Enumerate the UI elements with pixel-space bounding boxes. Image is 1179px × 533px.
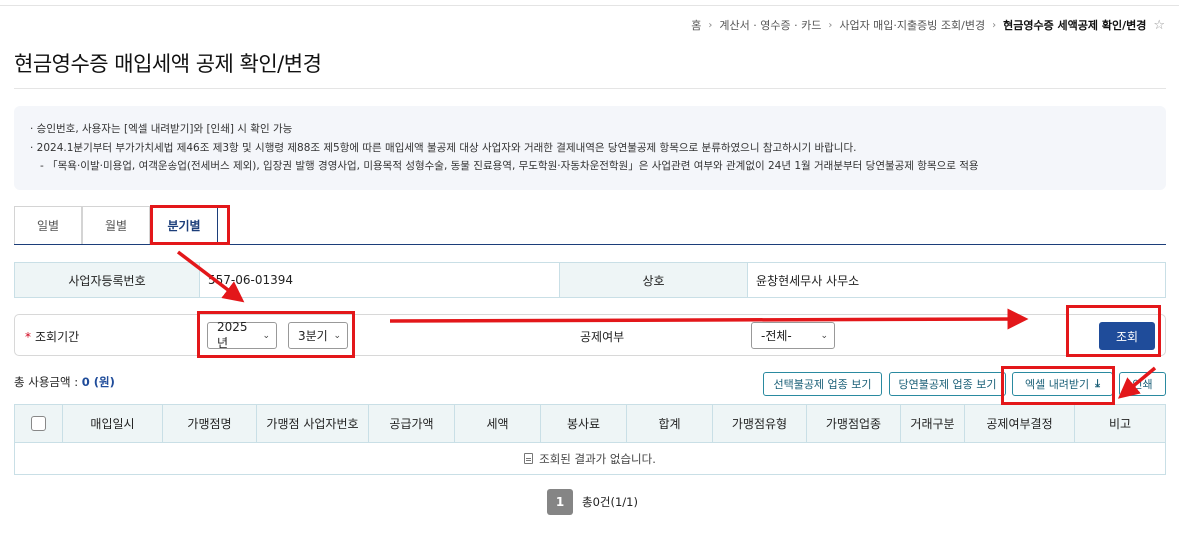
col-header[interactable]: 거래구분 — [900, 404, 965, 443]
print-button[interactable]: 인쇄 — [1119, 372, 1166, 396]
chevron-right-icon: › — [828, 19, 833, 31]
title-divider — [14, 88, 1166, 89]
search-panel: * 조회기간 2025년 ⌄ 3분기 ⌄ 공제여부 -전체- ⌄ 조회 — [14, 314, 1166, 356]
col-header[interactable]: 매입일시 — [62, 404, 163, 443]
tab-quarterly[interactable]: 분기별 — [150, 206, 218, 245]
excel-download-button[interactable]: 엑셀 내려받기 ⤓ — [1012, 372, 1113, 396]
search-button[interactable]: 조회 — [1099, 322, 1155, 350]
business-info-table: 사업자등록번호 557-06-01394 상호 윤창현세무사 사무소 — [14, 262, 1166, 298]
chevron-down-icon: ⌄ — [262, 330, 270, 341]
col-header[interactable]: 봉사료 — [540, 404, 627, 443]
tab-daily[interactable]: 일별 — [14, 206, 82, 244]
col-header[interactable]: 가맹점업종 — [806, 404, 901, 443]
biz-no-value: 557-06-01394 — [199, 263, 559, 297]
pagination: 1 총0건(1/1) — [547, 489, 638, 515]
deduct-select[interactable]: -전체- ⌄ — [751, 322, 835, 349]
notice-line: · 승인번호, 사용자는 [엑셀 내려받기]와 [인쇄] 시 확인 가능 — [30, 123, 293, 135]
table-header-row: 매입일시 가맹점명 가맹점 사업자번호 공급가액 세액 봉사료 합계 가맹점유형… — [14, 404, 1166, 443]
page-title: 현금영수증 매입세액 공제 확인/변경 — [14, 52, 322, 76]
year-select[interactable]: 2025년 ⌄ — [207, 320, 277, 350]
breadcrumb-item[interactable]: 사업자 매입·지출증빙 조회/변경 — [839, 17, 985, 33]
download-icon: ⤓ — [1095, 377, 1101, 390]
top-divider — [0, 5, 1179, 6]
notice-line: - 「목욕·이발·미용업, 여객운송업(전세버스 제외), 입장권 발행 경영사… — [40, 160, 979, 172]
company-label: 상호 — [559, 263, 747, 297]
chevron-right-icon: › — [992, 19, 997, 31]
table-row: 조회된 결과가 없습니다. — [15, 443, 1166, 475]
deduct-label: 공제여부 — [580, 330, 625, 344]
notice-line: · 2024.1분기부터 부가가치세법 제46조 제3항 및 시행령 제88조 … — [30, 141, 857, 154]
auto-nondeduct-button[interactable]: 당연불공제 업종 보기 — [889, 372, 1006, 396]
col-header: 비고 — [1074, 404, 1166, 443]
company-value: 윤창현세무사 사무소 — [747, 263, 1165, 297]
result-count: 총0건(1/1) — [582, 495, 638, 509]
breadcrumb-home[interactable]: 홈 — [691, 17, 701, 33]
col-header[interactable]: 가맹점 사업자번호 — [256, 404, 369, 443]
selected-nondeduct-button[interactable]: 선택불공제 업종 보기 — [763, 372, 882, 396]
select-all-cell — [14, 404, 63, 443]
page-button[interactable]: 1 — [547, 489, 573, 515]
star-icon[interactable]: ☆ — [1153, 18, 1165, 33]
chevron-down-icon: ⌄ — [820, 330, 828, 341]
tab-monthly[interactable]: 월별 — [82, 206, 150, 244]
notice-box: · 승인번호, 사용자는 [엑셀 내려받기]와 [인쇄] 시 확인 가능 · 2… — [14, 106, 1166, 190]
col-header[interactable]: 가맹점유형 — [712, 404, 807, 443]
period-label: * 조회기간 — [25, 330, 80, 344]
breadcrumb-item[interactable]: 계산서 · 영수증 · 카드 — [719, 17, 821, 33]
required-mark: * — [25, 330, 31, 344]
col-header[interactable]: 공급가액 — [368, 404, 455, 443]
select-all-checkbox[interactable] — [31, 416, 46, 431]
quarter-select[interactable]: 3분기 ⌄ — [288, 322, 348, 349]
breadcrumb: 홈 › 계산서 · 영수증 · 카드 › 사업자 매입·지출증빙 조회/변경 ›… — [691, 17, 1165, 33]
col-header[interactable]: 가맹점명 — [162, 404, 257, 443]
empty-message: 조회된 결과가 없습니다. — [15, 443, 1166, 475]
chevron-down-icon: ⌄ — [333, 330, 341, 341]
col-header[interactable]: 공제여부결정 — [964, 404, 1075, 443]
breadcrumb-current: 현금영수증 세액공제 확인/변경 — [1003, 19, 1147, 32]
period-tabs: 일별 월별 분기별 — [14, 206, 1166, 245]
col-header[interactable]: 합계 — [626, 404, 713, 443]
biz-no-label: 사업자등록번호 — [15, 263, 199, 297]
total-amount: 총 사용금액 : 0 (원) — [14, 375, 115, 389]
results-table: 매입일시 가맹점명 가맹점 사업자번호 공급가액 세액 봉사료 합계 가맹점유형… — [14, 404, 1166, 475]
chevron-right-icon: › — [708, 19, 713, 31]
col-header[interactable]: 세액 — [454, 404, 541, 443]
document-icon — [524, 452, 534, 464]
